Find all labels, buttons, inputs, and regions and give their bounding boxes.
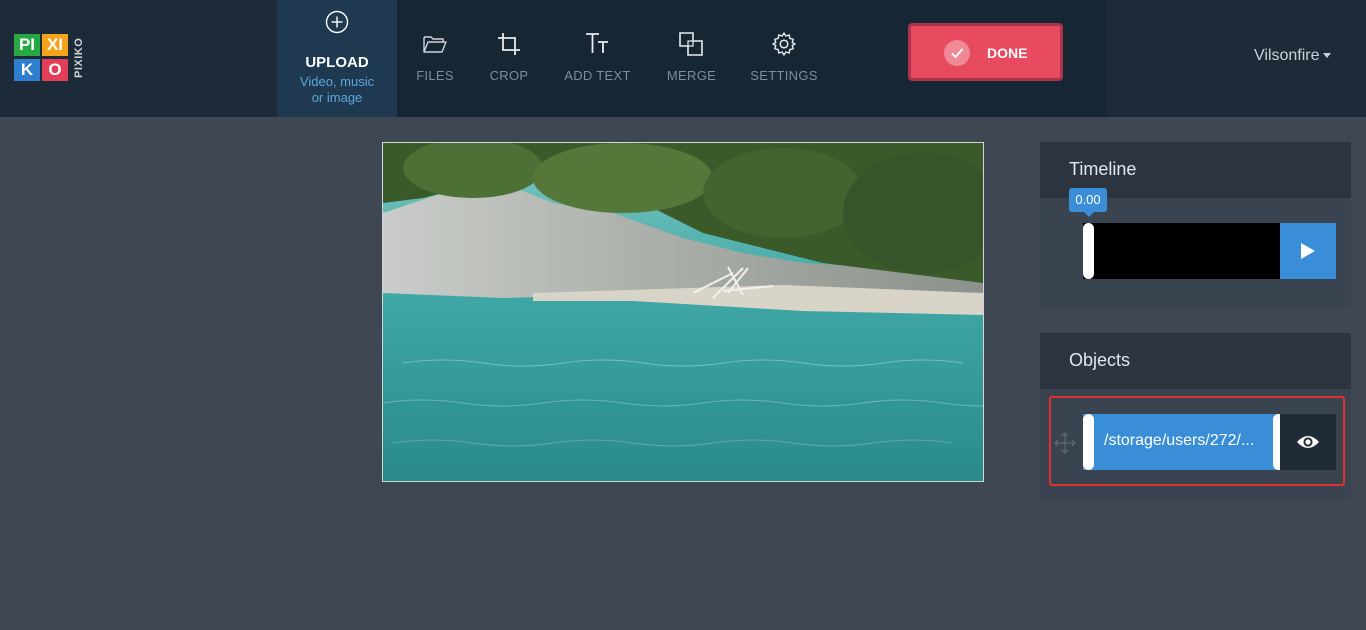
timeline-panel: Timeline 0.00 xyxy=(1040,142,1351,308)
top-bar: PI XI K O PIXIKO UPLOAD Video, music or … xyxy=(0,0,1366,117)
logo-tile-o: O xyxy=(42,59,68,81)
objects-header: Objects xyxy=(1040,333,1351,389)
crop-tool-button[interactable]: CROP xyxy=(482,0,536,117)
logo-tile-xi: XI xyxy=(42,34,68,56)
upload-title: UPLOAD xyxy=(305,54,369,71)
caret-down-icon xyxy=(1322,53,1331,59)
done-label: DONE xyxy=(987,45,1028,61)
eye-icon xyxy=(1297,436,1319,448)
user-menu[interactable]: Vilsonfire xyxy=(1254,47,1331,65)
video-frame-image xyxy=(383,143,983,481)
check-circle-icon xyxy=(944,40,970,66)
pixiko-logo[interactable]: PI XI K O PIXIKO xyxy=(14,34,88,84)
upload-subtitle-line1: Video, music xyxy=(299,74,375,89)
merge-icon xyxy=(679,32,703,56)
text-icon xyxy=(586,33,608,53)
upload-subtitle-line2: or image xyxy=(311,90,363,105)
crop-icon xyxy=(498,33,520,55)
objects-title: Objects xyxy=(1069,350,1131,370)
settings-tool-button[interactable]: SETTINGS xyxy=(748,0,820,117)
play-button[interactable] xyxy=(1280,223,1336,279)
move-icon[interactable] xyxy=(1054,432,1076,454)
add-text-label: ADD TEXT xyxy=(564,68,631,83)
files-tool-button[interactable]: FILES xyxy=(408,0,462,117)
crop-label: CROP xyxy=(489,68,529,83)
timeline-title: Timeline xyxy=(1069,159,1137,179)
visibility-toggle-button[interactable] xyxy=(1280,414,1336,470)
user-name: Vilsonfire xyxy=(1254,47,1320,64)
logo-tile-k: K xyxy=(14,59,40,81)
current-time-badge: 0.00 xyxy=(1069,188,1107,217)
object-path: /storage/users/272/... xyxy=(1104,432,1255,449)
merge-tool-button[interactable]: MERGE xyxy=(663,0,720,117)
settings-label: SETTINGS xyxy=(750,68,818,83)
files-label: FILES xyxy=(416,68,454,83)
timeline-track[interactable] xyxy=(1083,223,1280,279)
logo-tile-pi: PI xyxy=(14,34,40,56)
video-preview[interactable] xyxy=(382,142,984,482)
timeline-scrubber-handle[interactable] xyxy=(1083,223,1094,279)
plus-circle-icon xyxy=(325,10,349,34)
add-text-tool-button[interactable]: ADD TEXT xyxy=(560,0,635,117)
logo-side-text: PIXIKO xyxy=(73,37,85,79)
folder-icon xyxy=(423,36,447,53)
gear-icon xyxy=(772,32,796,56)
objects-panel: Objects /storage/users/272/... xyxy=(1040,333,1351,499)
done-button[interactable]: DONE xyxy=(908,23,1063,81)
clip-start-handle[interactable] xyxy=(1083,414,1094,470)
upload-button[interactable]: UPLOAD Video, music or image xyxy=(277,0,397,117)
object-clip[interactable]: /storage/users/272/... xyxy=(1083,414,1284,470)
merge-label: MERGE xyxy=(666,68,717,83)
